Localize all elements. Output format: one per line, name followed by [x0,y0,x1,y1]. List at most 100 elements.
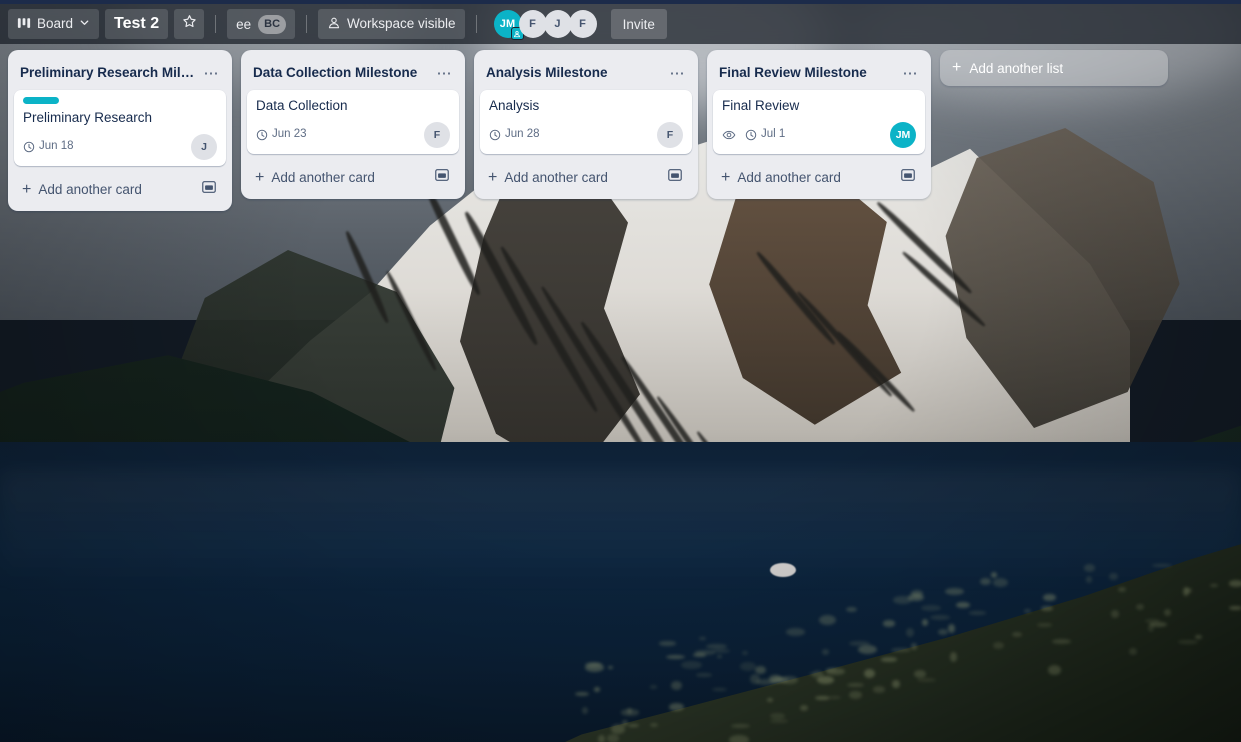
plus-icon: + [22,182,31,198]
list-header: Analysis Milestone ⋯ [480,56,692,90]
card-due-date-badge[interactable]: Jul 1 [745,129,785,141]
card-title: Preliminary Research [23,109,217,128]
board-card[interactable]: Final Review Jul 1 JM [713,90,925,154]
workspace-visible-icon [327,16,341,33]
card-title: Analysis [489,97,683,116]
board-view-switcher-button[interactable]: Board [8,9,99,39]
clock-icon [23,141,35,153]
card-member-avatar[interactable]: F [424,122,450,148]
board-card[interactable]: Preliminary Research Jun 18 J [14,90,226,166]
avatar-initials: F [529,18,536,30]
add-another-card-label: Add another card [38,182,142,197]
add-another-card-button[interactable]: + Add another card [482,164,662,192]
card-due-date-label: Jun 28 [505,129,540,141]
workspace-badge: BC [258,15,286,34]
list-header: Preliminary Research Milestone⋯ [14,56,226,90]
list-header: Data Collection Milestone ⋯ [247,56,459,90]
list-actions-menu-button[interactable]: ⋯ [433,62,455,84]
card-footer: Jun 23 F [256,122,450,148]
create-card-from-template-button[interactable] [429,165,455,191]
create-card-from-template-button[interactable] [662,165,688,191]
add-another-list-button[interactable]: + Add another list [940,50,1168,86]
list-title[interactable]: Final Review Milestone [719,65,867,81]
list-actions-menu-button[interactable]: ⋯ [899,62,921,84]
create-card-from-template-button[interactable] [895,165,921,191]
workspace-button[interactable]: ee BC [227,9,295,39]
card-labels [23,97,217,104]
avatar-initials: JM [896,129,911,141]
card-due-date-badge[interactable]: Jun 28 [489,129,540,141]
list-title[interactable]: Data Collection Milestone [253,65,417,81]
card-member-avatar[interactable]: JM [890,122,916,148]
card-due-date-badge[interactable]: Jun 18 [23,141,74,153]
board-header-bar: Board Test 2 ee BC Workspace visible JM … [0,4,1241,44]
card-label-chip[interactable] [23,97,59,104]
add-another-card-button[interactable]: + Add another card [249,164,429,192]
plus-icon: + [721,170,730,186]
card-footer: Jun 28 F [489,122,683,148]
board-list: Analysis Milestone ⋯ Analysis Jun 28 F + Add a… [474,50,698,199]
plus-icon: + [952,60,961,76]
list-title[interactable]: Preliminary Research Milestone [20,65,200,81]
list-footer: + Add another card [713,161,925,195]
workspace-name-label: ee [236,17,251,32]
card-template-icon [667,167,683,188]
avatar-initials: J [201,141,207,153]
add-another-card-label: Add another card [504,170,608,185]
card-due-date-label: Jun 23 [272,129,307,141]
card-due-date-badge[interactable]: Jun 23 [256,129,307,141]
clock-icon [489,129,501,141]
card-footer: Jun 18 J [23,134,217,160]
card-title: Final Review [722,97,916,116]
add-another-card-button[interactable]: + Add another card [715,164,895,192]
header-divider [476,15,477,33]
board-grid-icon [17,16,31,33]
avatar-initials: F [579,18,586,30]
add-another-card-button[interactable]: + Add another card [16,176,196,204]
board-list: Final Review Milestone ⋯ Final Review Jul 1… [707,50,931,199]
board-card[interactable]: Analysis Jun 28 F [480,90,692,154]
header-divider [215,15,216,33]
avatar[interactable]: JM [494,10,522,38]
card-template-icon [434,167,450,188]
star-icon [182,14,197,34]
list-title[interactable]: Analysis Milestone [486,65,608,81]
card-member-avatar[interactable]: F [657,122,683,148]
invite-button[interactable]: Invite [611,9,667,39]
clock-icon [256,129,268,141]
board-view-label: Board [37,17,73,31]
list-header: Final Review Milestone ⋯ [713,56,925,90]
card-template-icon [900,167,916,188]
list-footer: + Add another card [247,161,459,195]
avatar[interactable]: F [569,10,597,38]
board-card[interactable]: Data Collection Jun 23 F [247,90,459,154]
header-divider [306,15,307,33]
card-member-avatar[interactable]: J [191,134,217,160]
card-badges: Jun 23 [256,129,424,141]
chevron-down-icon [79,17,90,31]
add-another-card-label: Add another card [271,170,375,185]
avatar-initials: F [667,129,673,141]
card-badges: Jun 18 [23,141,191,153]
watching-eye-icon [722,128,736,142]
board-list: Preliminary Research Milestone⋯Prelimina… [8,50,232,211]
board-title-button[interactable]: Test 2 [105,9,168,39]
card-template-icon [201,179,217,200]
card-badges: Jun 28 [489,129,657,141]
list-actions-menu-button[interactable]: ⋯ [200,62,222,84]
board-visibility-label: Workspace visible [347,17,456,31]
avatar[interactable]: J [544,10,572,38]
board-members-avatars: JM F J F [494,10,597,38]
card-footer: Jul 1 JM [722,122,916,148]
create-card-from-template-button[interactable] [196,177,222,203]
board-lists-canvas: Preliminary Research Milestone⋯Prelimina… [0,44,1241,742]
avatar-initials: F [434,129,440,141]
card-due-date-label: Jun 18 [39,141,74,153]
list-actions-menu-button[interactable]: ⋯ [666,62,688,84]
list-footer: + Add another card [14,173,226,207]
board-visibility-button[interactable]: Workspace visible [318,9,465,39]
card-badges: Jul 1 [722,128,890,142]
invite-label: Invite [623,17,655,32]
avatar[interactable]: F [519,10,547,38]
star-board-button[interactable] [174,9,204,39]
